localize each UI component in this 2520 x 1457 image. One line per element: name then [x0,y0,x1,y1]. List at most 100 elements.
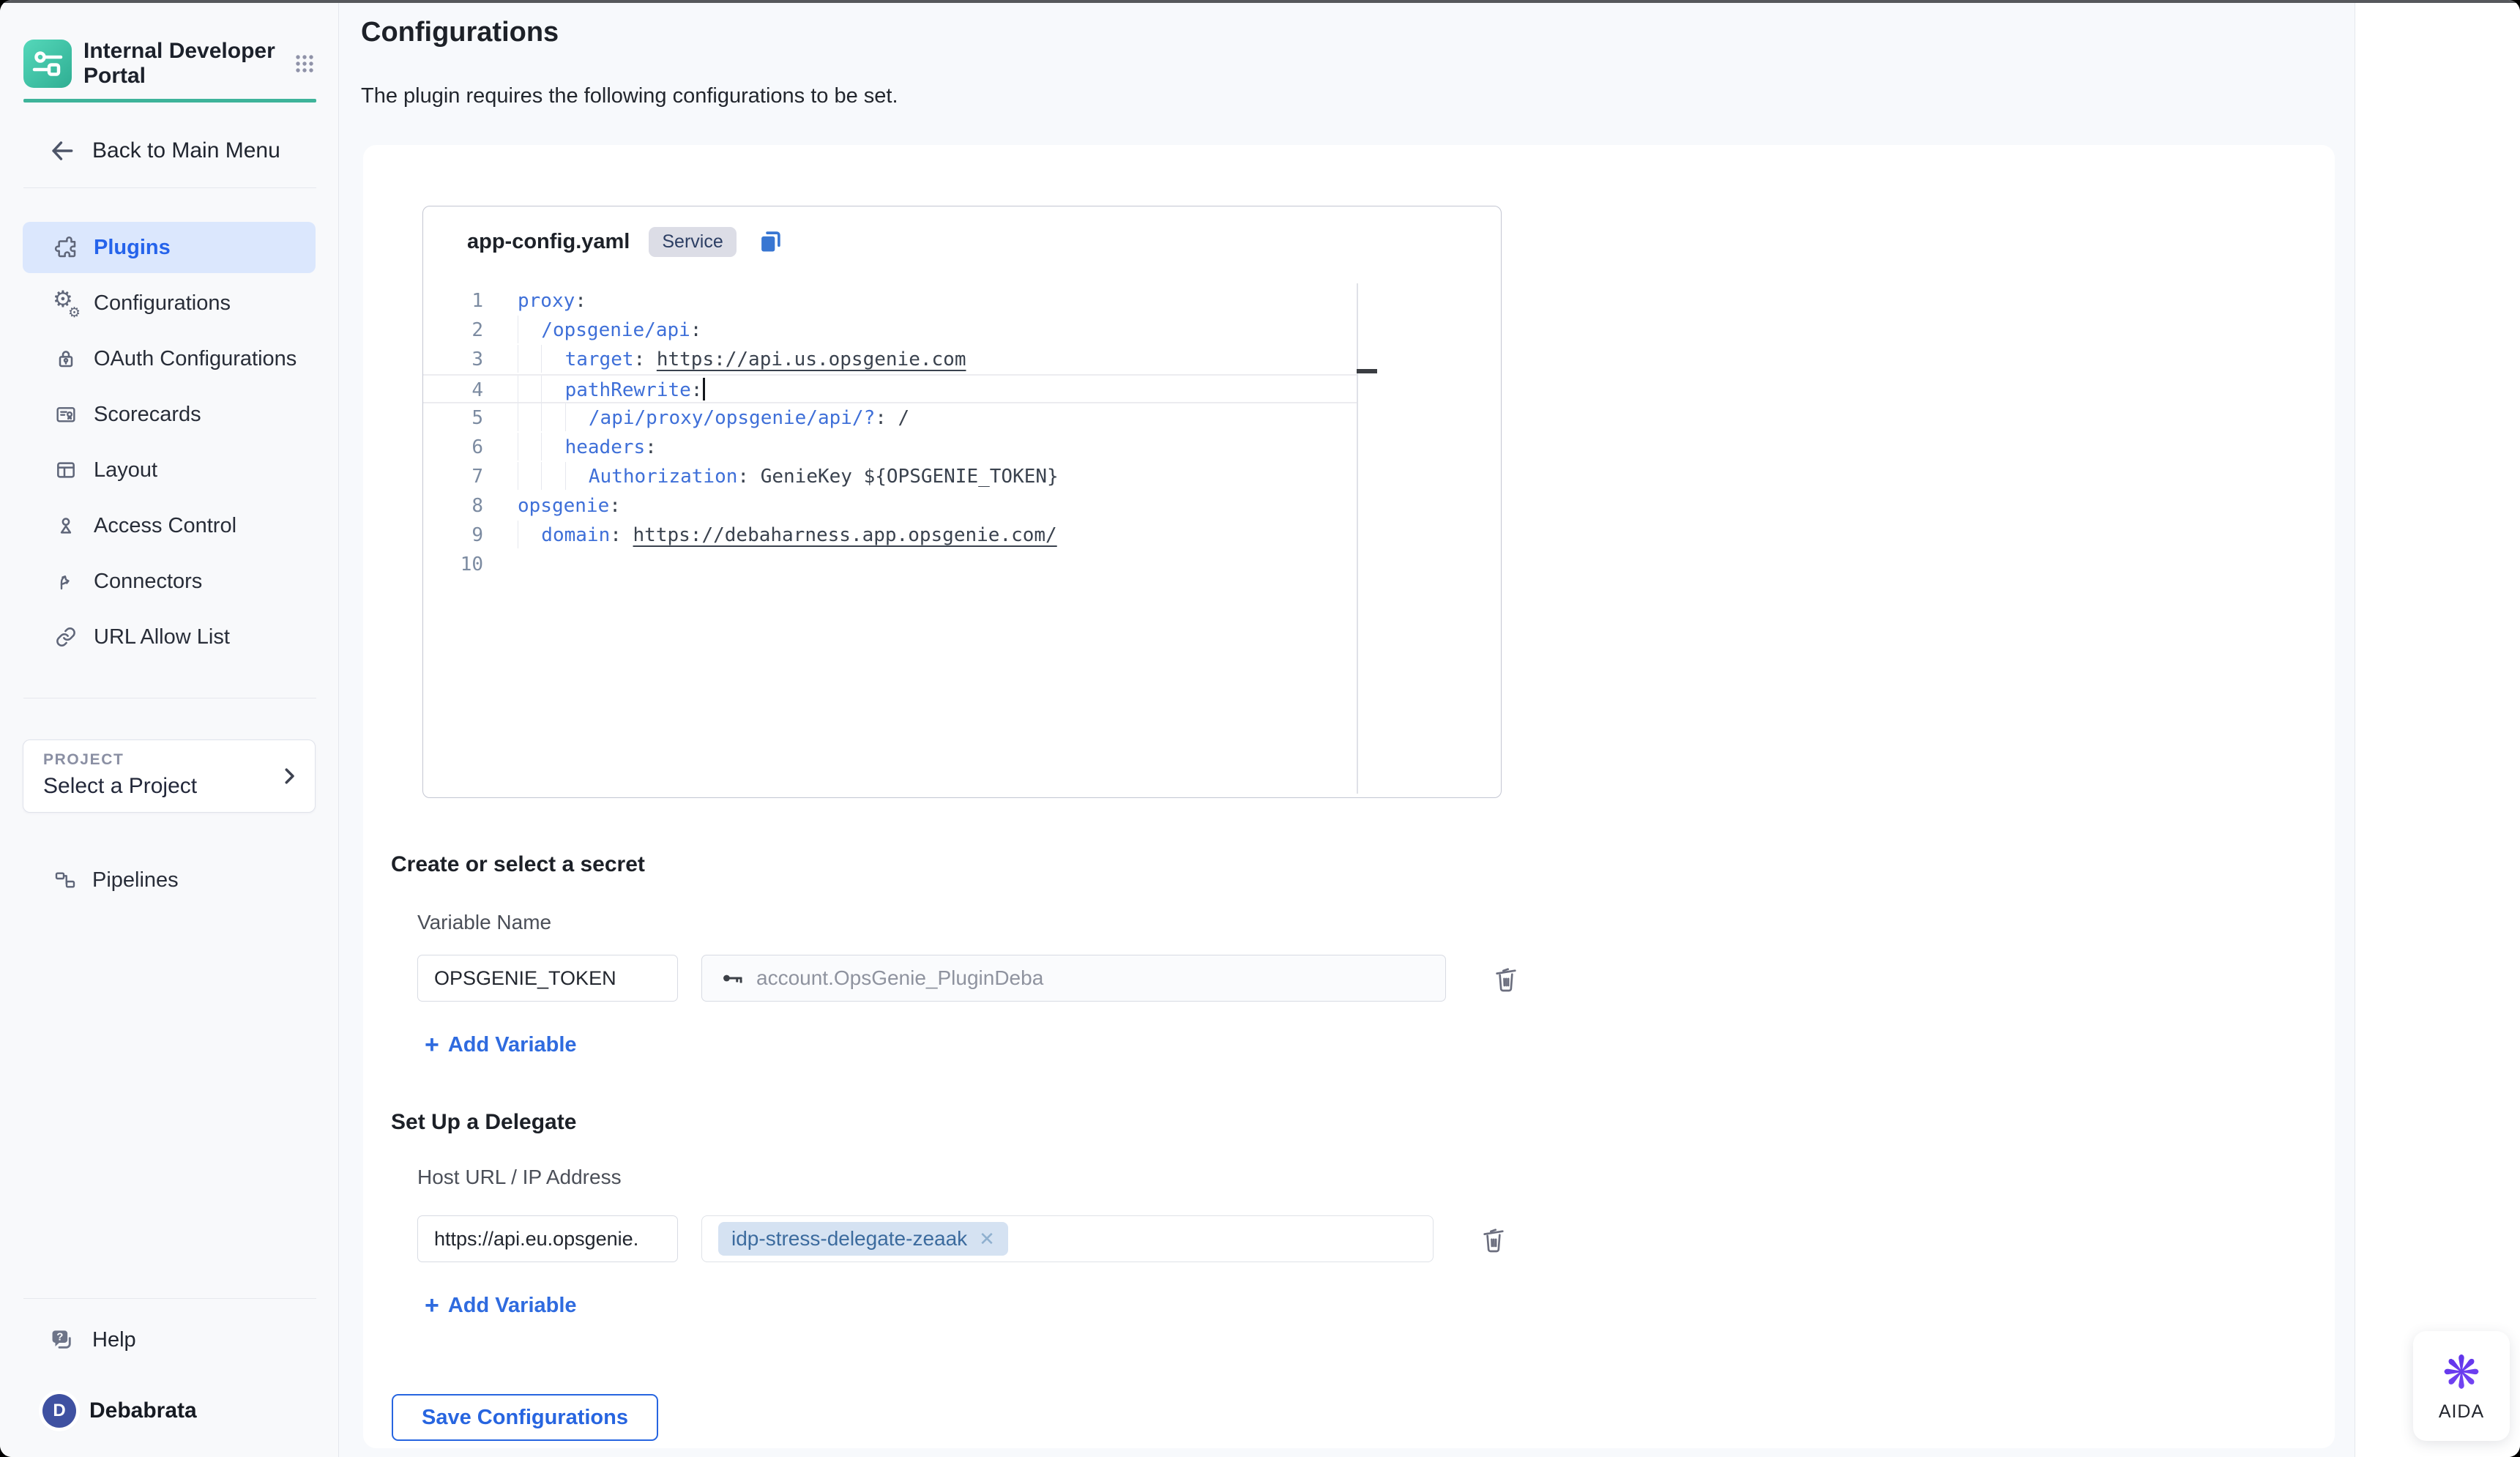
sidebar-item-label: Scorecards [94,403,201,427]
user-name: Debabrata [89,1398,197,1423]
delete-variable-button[interactable] [1490,961,1522,996]
sidebar-item-connectors[interactable]: Connectors [23,556,316,607]
sidebar: Internal Developer Portal [0,3,339,1457]
delegate-tag-text: idp-stress-delegate-zeaak [731,1227,967,1251]
aida-label: AIDA [2439,1401,2484,1423]
code-line[interactable]: 5/api/proxy/opsgenie/api/?: / [423,403,1357,433]
code-line[interactable]: 6headers: [423,433,1357,462]
add-variable-label: Add Variable [448,1294,577,1318]
connectors-icon [53,569,78,594]
plus-icon: + [425,1294,439,1316]
avatar: D [42,1394,76,1428]
page-title: Configurations [361,16,2355,48]
line-number: 5 [423,403,483,433]
secret-variable-row: account.OpsGenie_PluginDeba [417,955,2335,1002]
configurations-icon: ⚙⚙ [53,291,78,316]
code-line[interactable]: 10 [423,550,1357,579]
pipelines-label: Pipelines [92,868,179,893]
line-number: 3 [423,345,483,374]
yaml-editor-card: app-config.yaml Service 1p [422,206,1502,798]
scorecards-icon [53,402,78,427]
secret-section-heading: Create or select a secret [391,852,2335,879]
sidebar-item-label: URL Allow List [94,625,230,649]
code-line[interactable]: 1proxy: [423,286,1357,316]
trash-icon [1479,1223,1508,1255]
delete-delegate-button[interactable] [1477,1221,1510,1256]
aida-widget[interactable]: ❋ AIDA [2413,1331,2510,1441]
link-icon [53,625,78,649]
sidebar-item-configurations[interactable]: ⚙⚙ Configurations [23,277,316,329]
back-to-main-menu[interactable]: Back to Main Menu [48,132,338,170]
svg-text:?: ? [56,1331,63,1344]
service-badge: Service [649,227,736,257]
project-selector[interactable]: PROJECT Select a Project [23,739,316,813]
delegate-tag-field[interactable]: idp-stress-delegate-zeaak ✕ [701,1215,1434,1262]
sidebar-divider [23,1298,316,1299]
sidebar-item-label: Layout [94,458,157,482]
variable-name-input[interactable] [417,955,678,1002]
sidebar-item-layout[interactable]: Layout [23,444,316,496]
configuration-panel: app-config.yaml Service 1p [363,145,2335,1448]
line-number: 1 [423,286,483,316]
sidebar-item-access-control[interactable]: Access Control [23,500,316,551]
secret-reference-select[interactable]: account.OpsGenie_PluginDeba [701,955,1446,1002]
code-line[interactable]: 3target: https://api.us.opsgenie.com [423,345,1357,374]
overview-ruler-cursor-mark [1357,369,1377,373]
brand-underline [23,99,316,103]
sidebar-item-label: OAuth Configurations [94,347,297,371]
user-menu[interactable]: D Debabrata [42,1394,338,1428]
sidebar-item-oauth-configurations[interactable]: OAuth Configurations [23,333,316,384]
sidebar-item-label: Connectors [94,570,202,594]
sidebar-item-url-allow-list[interactable]: URL Allow List [23,611,316,663]
add-variable-secret[interactable]: + Add Variable [425,1032,577,1057]
code-line[interactable]: 8opsgenie: [423,491,1357,521]
add-variable-delegate[interactable]: + Add Variable [425,1293,577,1318]
delegate-tag-chip: idp-stress-delegate-zeaak ✕ [718,1222,1008,1256]
code-line[interactable]: 7Authorization: GenieKey ${OPSGENIE_TOKE… [423,462,1357,491]
back-arrow-icon [48,137,76,165]
code-line[interactable]: 2/opsgenie/api: [423,316,1357,345]
sidebar-nav: Plugins ⚙⚙ Configurations [0,222,338,663]
add-variable-label: Add Variable [448,1033,577,1057]
app-window: Internal Developer Portal [0,0,2520,1457]
sidebar-item-scorecards[interactable]: Scorecards [23,389,316,440]
sidebar-item-label: Plugins [94,236,171,260]
copy-button[interactable] [756,227,785,256]
remove-tag-icon[interactable]: ✕ [979,1229,995,1248]
text-cursor [703,378,705,400]
line-number: 10 [423,550,483,579]
main-content: Configurations The plugin requires the f… [339,3,2355,1457]
delegate-section-heading: Set Up a Delegate [391,1110,2335,1136]
help-button[interactable]: ? Help [48,1318,338,1362]
oauth-lock-icon [53,346,78,371]
secret-reference-value: account.OpsGenie_PluginDeba [756,966,1043,990]
plugins-icon [53,235,78,260]
brand: Internal Developer Portal [0,3,338,89]
line-number: 9 [423,521,483,550]
brand-logo-icon [23,40,72,88]
code-line[interactable]: 9domain: https://debaharness.app.opsgeni… [423,521,1357,550]
trash-icon [1491,962,1521,994]
project-eyebrow: PROJECT [43,751,300,769]
code-editor[interactable]: 1proxy:2/opsgenie/api:3target: https://a… [423,286,1357,579]
key-icon [721,966,745,990]
code-line[interactable]: 4pathRewrite: [423,374,1357,403]
save-configurations-button[interactable]: Save Configurations [392,1394,658,1441]
line-number: 8 [423,491,483,521]
host-url-input[interactable] [417,1215,678,1262]
back-label: Back to Main Menu [92,138,280,163]
page-subtitle: The plugin requires the following config… [361,83,2355,108]
filename: app-config.yaml [467,230,630,254]
apps-grid-icon[interactable] [291,51,318,77]
person-icon [53,513,78,538]
sidebar-divider [23,187,316,188]
aida-flower-icon: ❋ [2442,1350,2480,1395]
variable-name-label: Variable Name [417,911,2335,936]
sidebar-item-pipelines[interactable]: Pipelines [53,858,338,902]
layout-icon [53,458,78,482]
help-icon: ? [48,1326,76,1354]
plus-icon: + [425,1034,439,1056]
line-number: 7 [423,462,483,491]
sidebar-item-plugins[interactable]: Plugins [23,222,316,273]
delegate-row: idp-stress-delegate-zeaak ✕ [417,1215,2335,1262]
